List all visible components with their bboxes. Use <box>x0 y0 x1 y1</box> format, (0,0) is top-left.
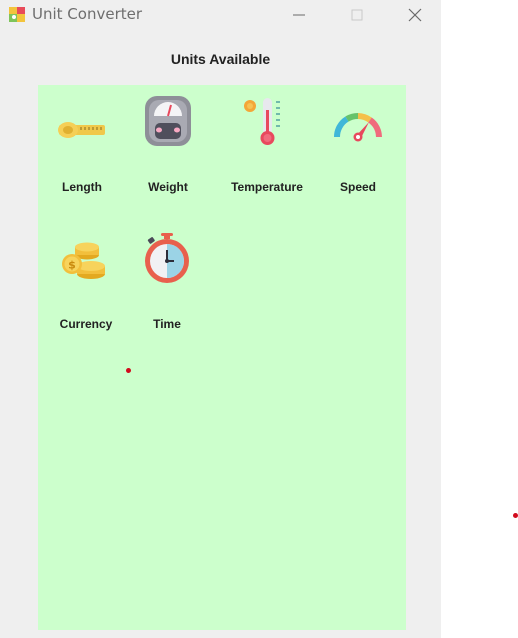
unit-label: Currency <box>59 317 113 331</box>
window-title: Unit Converter <box>32 5 143 23</box>
unit-label: Length <box>62 180 102 194</box>
speedometer-icon <box>333 113 382 142</box>
maximize-icon <box>351 9 363 20</box>
stopwatch-icon <box>145 233 189 283</box>
close-icon <box>408 8 422 21</box>
measuring-tape-icon <box>58 122 105 138</box>
minimize-icon <box>293 14 305 15</box>
units-available-heading: Units Available <box>170 51 271 67</box>
minimize-button[interactable] <box>276 0 322 29</box>
unit-label: Temperature <box>231 180 303 194</box>
unit-label: Weight <box>148 180 188 194</box>
thermometer-icon <box>244 98 280 145</box>
title-bar[interactable]: Unit Converter <box>0 0 441 31</box>
unit-converter-window: Unit Converter Units Available Length We… <box>0 0 441 638</box>
unit-label: Time <box>153 317 181 331</box>
red-dot-marker <box>126 368 131 373</box>
weighing-scale-icon <box>145 96 191 146</box>
maximize-button[interactable] <box>334 0 380 29</box>
close-button[interactable] <box>392 0 438 29</box>
svg-text:$: $ <box>68 259 76 272</box>
red-dot-marker <box>513 513 518 518</box>
coins-icon: $ <box>62 242 105 279</box>
unit-converter-app-icon <box>9 7 25 22</box>
units-panel: Length Weight Temperature Speed $ Curren… <box>38 85 406 630</box>
unit-label: Speed <box>339 180 376 194</box>
